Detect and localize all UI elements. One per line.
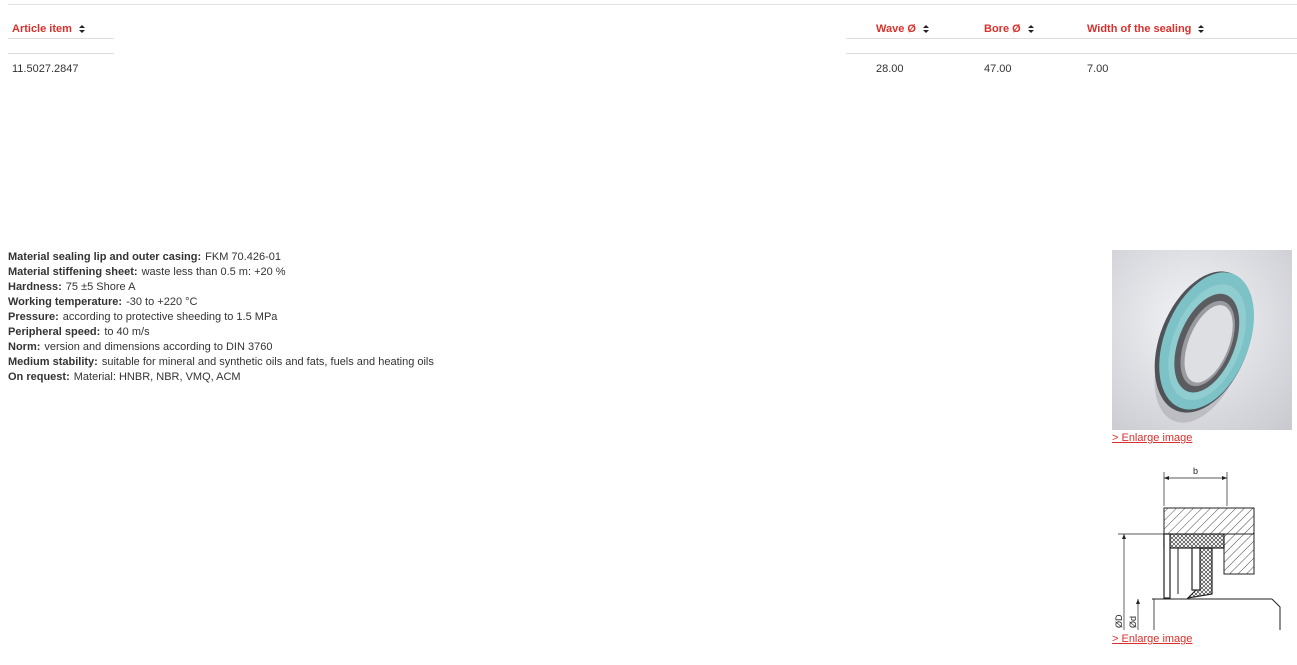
property-key: Material sealing lip and outer casing: [8, 251, 202, 263]
cell-article-item: 11.5027.2847 [12, 63, 79, 75]
property-value: version and dimensions according to DIN … [44, 341, 273, 353]
property-key: Hardness: [8, 281, 62, 293]
property-row: Peripheral speed: to 40 m/s [8, 325, 434, 340]
cell-width-of-sealing: 7.00 [1087, 63, 1109, 75]
property-value: suitable for mineral and synthetic oils … [101, 356, 434, 368]
header-divider [846, 53, 1297, 54]
column-header-label: Article item [12, 23, 72, 35]
property-row: On request: Material: HNBR, NBR, VMQ, ACM [8, 370, 434, 385]
dimension-label-inner-diameter: Ød [1128, 616, 1138, 628]
column-header-bore-diameter[interactable]: Bore Ø [984, 22, 1035, 36]
property-value: 75 ±5 Shore A [65, 281, 136, 293]
property-key: Pressure: [8, 311, 59, 323]
property-row: Pressure: according to protective sheedin… [8, 310, 434, 325]
property-value: Material: HNBR, NBR, VMQ, ACM [73, 371, 241, 383]
technical-drawing[interactable]: b ØD Ød [1112, 462, 1297, 632]
header-underline [8, 38, 114, 39]
header-divider [8, 53, 114, 54]
column-header-label: Bore Ø [984, 23, 1021, 35]
property-value: waste less than 0.5 m: +20 % [141, 266, 286, 278]
column-header-label: Wave Ø [876, 23, 916, 35]
property-row: Medium stability: suitable for mineral an… [8, 355, 434, 370]
product-properties: Material sealing lip and outer casing: FK… [8, 250, 434, 385]
sort-icon[interactable] [922, 22, 930, 36]
property-row: Working temperature: -30 to +220 °C [8, 295, 434, 310]
sort-icon[interactable] [78, 22, 86, 36]
enlarge-drawing-link[interactable]: > Enlarge image [1112, 633, 1192, 645]
sort-icon[interactable] [1197, 22, 1205, 36]
property-key: On request: [8, 371, 70, 383]
property-value: -30 to +220 °C [126, 296, 198, 308]
seal-cross-section-drawing: b ØD Ød [1114, 466, 1281, 630]
property-row: Norm: version and dimensions according to… [8, 340, 434, 355]
property-row: Hardness: 75 ±5 Shore A [8, 280, 434, 295]
column-header-width-of-sealing[interactable]: Width of the sealing [1087, 22, 1205, 36]
property-key: Medium stability: [8, 356, 98, 368]
dimension-label-outer-diameter: ØD [1114, 614, 1124, 628]
header-underline [846, 38, 1297, 39]
column-header-label: Width of the sealing [1087, 23, 1192, 35]
dimension-label-b: b [1193, 466, 1198, 476]
cell-bore-diameter: 47.00 [984, 63, 1012, 75]
product-photo[interactable] [1112, 250, 1292, 430]
property-key: Working temperature: [8, 296, 123, 308]
property-value: according to protective sheeding to 1.5 … [62, 311, 278, 323]
cell-wave-diameter: 28.00 [876, 63, 904, 75]
column-header-wave-diameter[interactable]: Wave Ø [876, 22, 930, 36]
top-divider [8, 4, 1297, 5]
property-key: Material stiffening sheet: [8, 266, 138, 278]
column-header-article-item[interactable]: Article item [12, 22, 86, 36]
property-key: Norm: [8, 341, 41, 353]
enlarge-image-link[interactable]: > Enlarge image [1112, 432, 1192, 444]
property-value: FKM 70.426-01 [205, 251, 281, 263]
property-key: Peripheral speed: [8, 326, 101, 338]
shaft-seal-photo [1112, 250, 1292, 430]
property-value: to 40 m/s [104, 326, 150, 338]
sort-icon[interactable] [1027, 22, 1035, 36]
property-row: Material stiffening sheet: waste less tha… [8, 265, 434, 280]
property-row: Material sealing lip and outer casing: FK… [8, 250, 434, 265]
